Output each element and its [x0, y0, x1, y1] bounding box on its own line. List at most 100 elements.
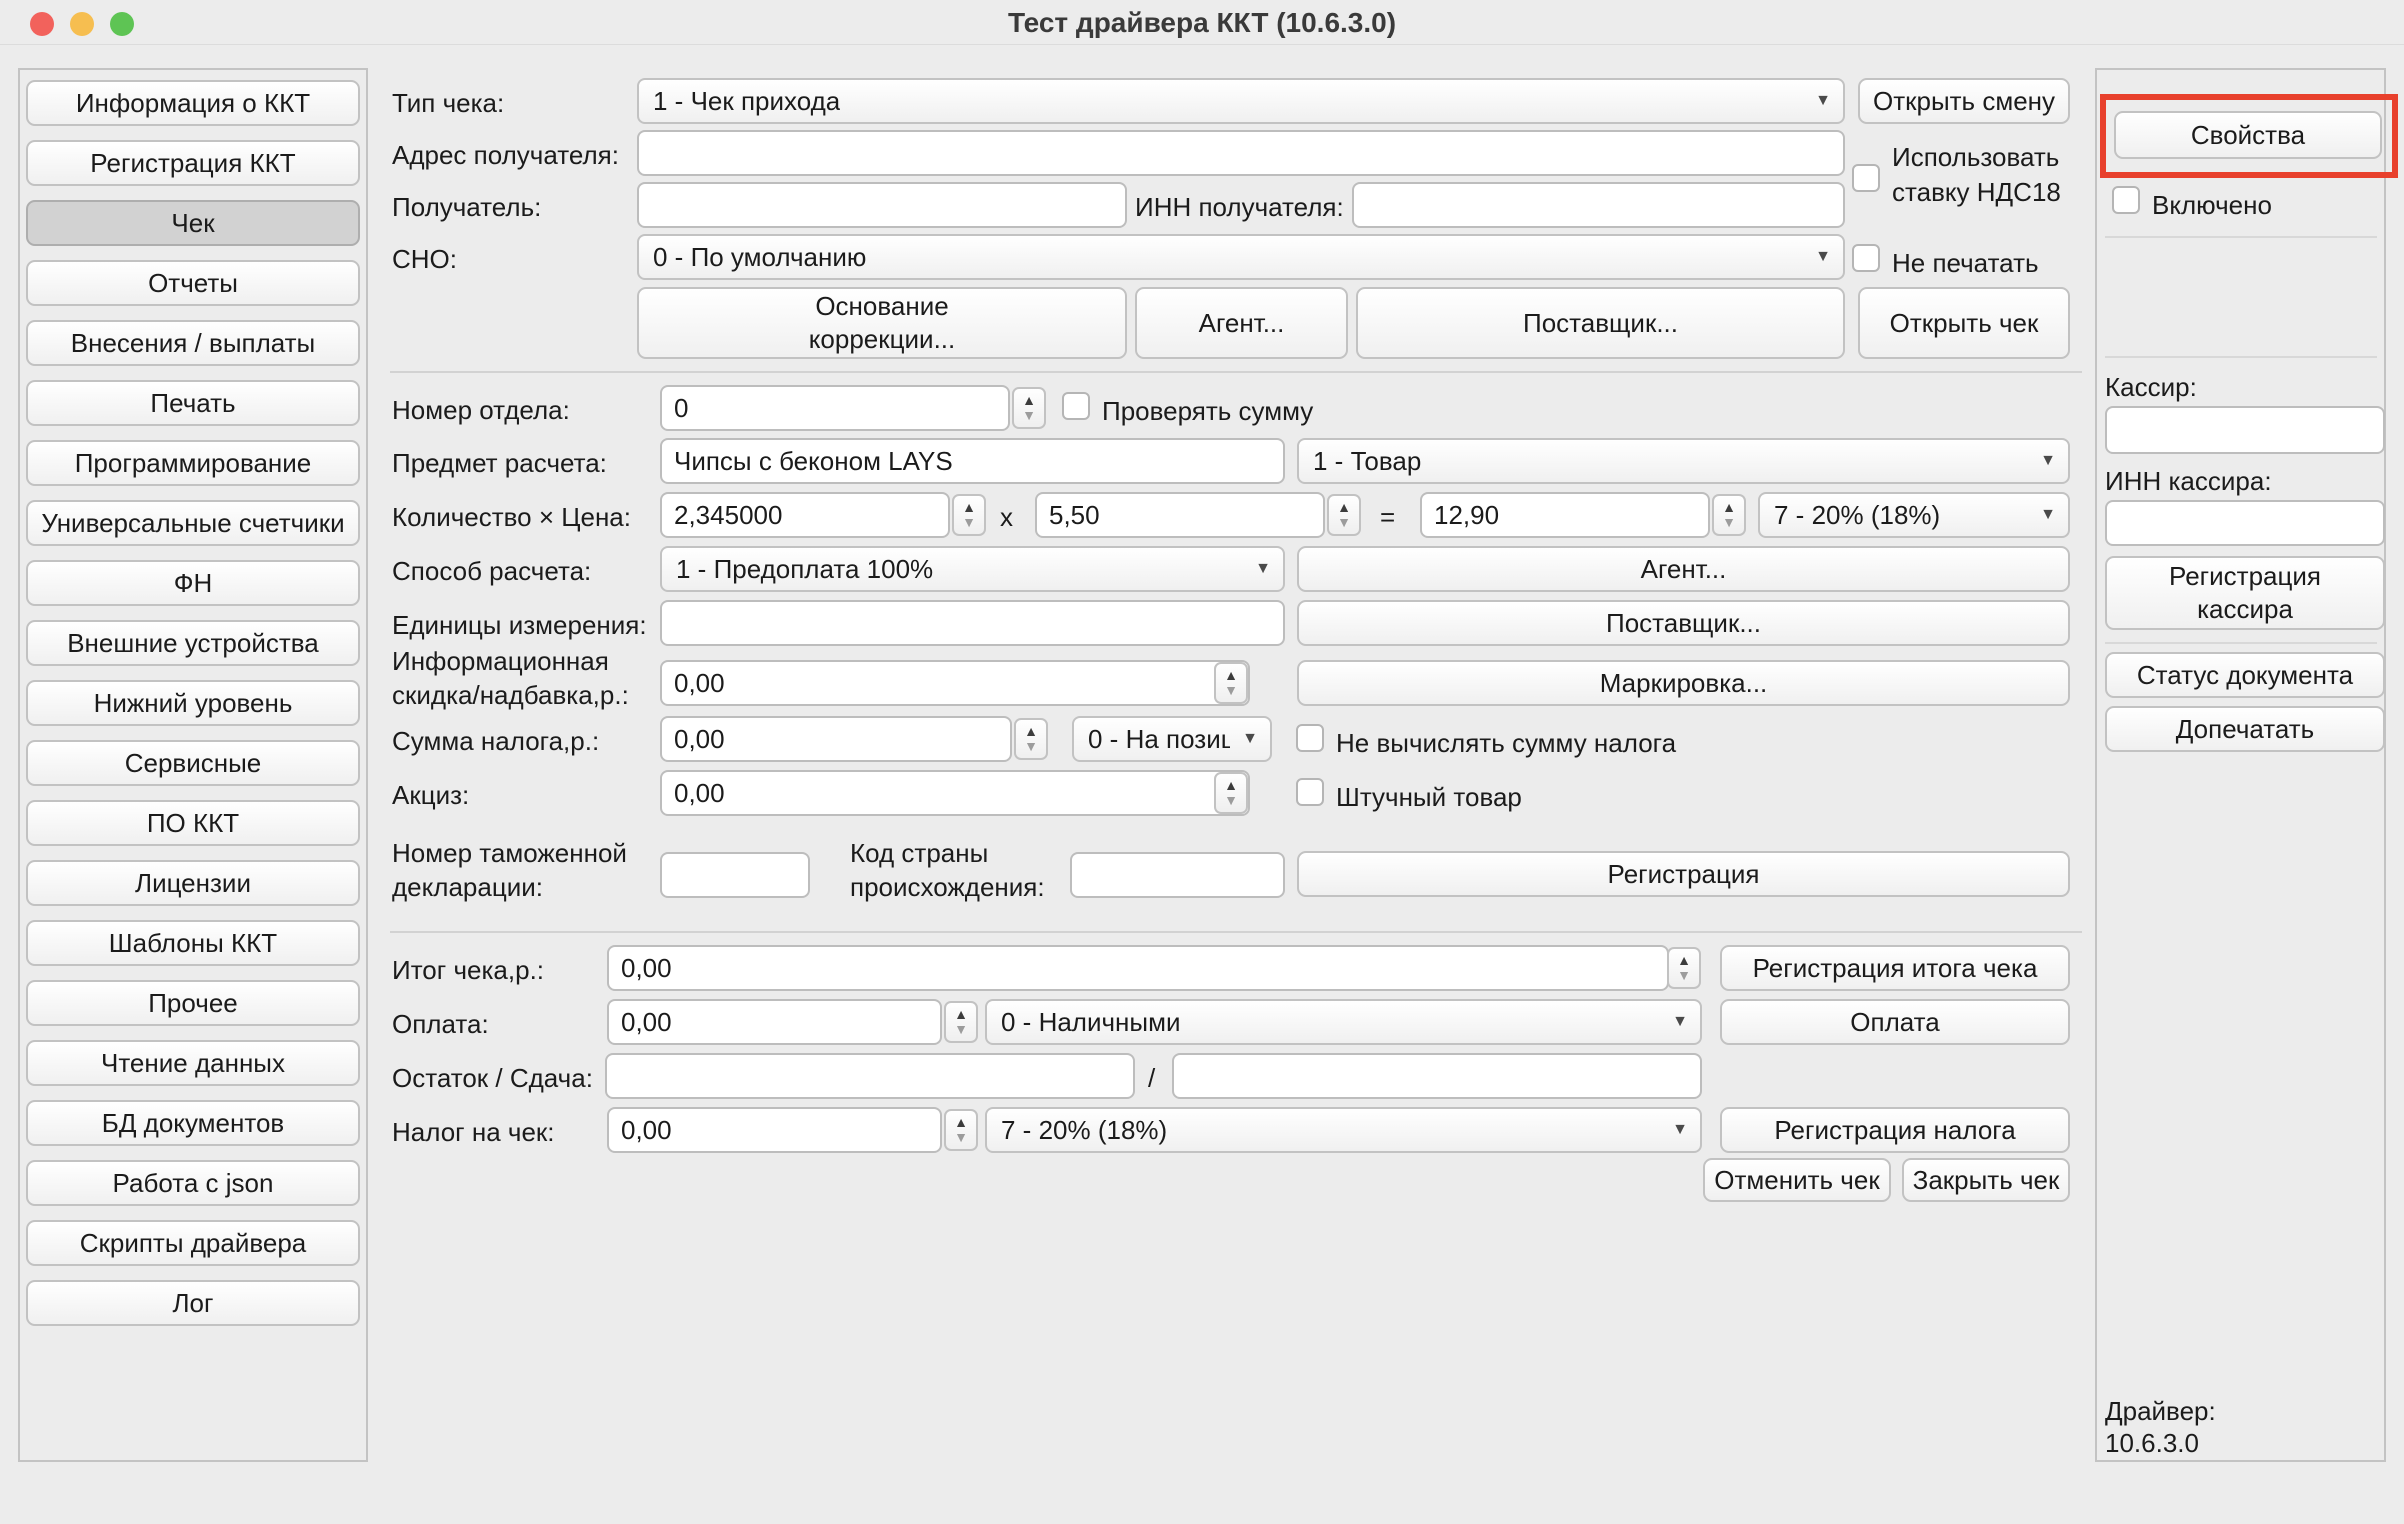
- open-check-button[interactable]: Открыть чек: [1858, 287, 2070, 359]
- remainder-input[interactable]: [605, 1053, 1135, 1099]
- piece-goods-checkbox[interactable]: [1296, 778, 1324, 806]
- check-sum-checkbox[interactable]: [1062, 392, 1090, 420]
- use-vat18-checkbox[interactable]: [1852, 164, 1880, 192]
- agent-top-button[interactable]: Агент...: [1135, 287, 1348, 359]
- sidebar-item-low-level[interactable]: Нижний уровень: [26, 680, 360, 726]
- recipient-address-input[interactable]: [637, 130, 1845, 176]
- qty-price-label: Количество × Цена:: [392, 500, 631, 534]
- check-tax-rate-select[interactable]: 7 - 20% (18%) ▼: [985, 1107, 1702, 1153]
- correction-basis-button[interactable]: Основание коррекции...: [637, 287, 1127, 359]
- sidebar-item-log[interactable]: Лог: [26, 1280, 360, 1326]
- country-input[interactable]: [1070, 852, 1285, 898]
- device-panel: [2095, 68, 2386, 1462]
- discount-input[interactable]: [660, 660, 1250, 706]
- position-sum-input[interactable]: [1420, 492, 1710, 538]
- sno-select[interactable]: 0 - По умолчанию ▼: [637, 234, 1845, 280]
- sidebar-item-universal-counters[interactable]: Универсальные счетчики: [26, 500, 360, 546]
- sidebar-item-reports[interactable]: Отчеты: [26, 260, 360, 306]
- properties-button[interactable]: Свойства: [2114, 111, 2382, 159]
- chevron-down-icon: ▼: [2040, 452, 2056, 470]
- sidebar-item-fn[interactable]: ФН: [26, 560, 360, 606]
- payment-method-select[interactable]: 1 - Предоплата 100% ▼: [660, 546, 1285, 592]
- chevron-down-icon: ▼: [1242, 730, 1258, 748]
- separator: [2105, 236, 2377, 238]
- surrender-input[interactable]: [1172, 1053, 1702, 1099]
- supplier-top-button[interactable]: Поставщик...: [1356, 287, 1845, 359]
- enabled-label: Включено: [2152, 188, 2272, 222]
- position-sum-spinner[interactable]: ▲▼: [1712, 494, 1746, 536]
- chevron-down-icon: ▼: [1672, 1013, 1688, 1031]
- sidebar-item-print[interactable]: Печать: [26, 380, 360, 426]
- payment-type-select[interactable]: 0 - Наличными ▼: [985, 999, 1702, 1045]
- times-sign: x: [1000, 500, 1013, 534]
- supplier-button[interactable]: Поставщик...: [1297, 600, 2070, 646]
- check-tax-input[interactable]: [607, 1107, 942, 1153]
- sidebar-item-json-work[interactable]: Работа с json: [26, 1160, 360, 1206]
- chevron-down-icon: ▼: [1255, 560, 1271, 578]
- chevron-down-icon: ▼: [1815, 92, 1831, 110]
- marking-button[interactable]: Маркировка...: [1297, 660, 2070, 706]
- sidebar-item-kkt-registration[interactable]: Регистрация ККТ: [26, 140, 360, 186]
- department-spinner[interactable]: ▲▼: [1012, 387, 1046, 429]
- cashier-input[interactable]: [2105, 406, 2385, 454]
- sidebar-item-data-reading[interactable]: Чтение данных: [26, 1040, 360, 1086]
- tax-registration-button[interactable]: Регистрация налога: [1720, 1107, 2070, 1153]
- cashier-inn-input[interactable]: [2105, 500, 2385, 546]
- total-input[interactable]: [607, 945, 1669, 991]
- sidebar-item-kkt-templates[interactable]: Шаблоны ККТ: [26, 920, 360, 966]
- total-spinner[interactable]: ▲▼: [1667, 947, 1701, 989]
- sidebar-item-doc-db[interactable]: БД документов: [26, 1100, 360, 1146]
- tax-sum-spinner[interactable]: ▲▼: [1014, 718, 1048, 760]
- sidebar-item-kkt-software[interactable]: ПО ККТ: [26, 800, 360, 846]
- tax-rate-select[interactable]: 7 - 20% (18%) ▼: [1758, 492, 2070, 538]
- quantity-spinner[interactable]: ▲▼: [952, 494, 986, 536]
- sidebar-item-check[interactable]: Чек: [26, 200, 360, 246]
- payment-input[interactable]: [607, 999, 942, 1045]
- excise-spinner[interactable]: ▲▼: [1214, 772, 1248, 814]
- receipt-type-select[interactable]: 1 - Чек прихода ▼: [637, 78, 1845, 124]
- separator: [390, 371, 2082, 373]
- sidebar-item-other[interactable]: Прочее: [26, 980, 360, 1026]
- registration-button[interactable]: Регистрация: [1297, 851, 2070, 897]
- payment-button[interactable]: Оплата: [1720, 999, 2070, 1045]
- sidebar-item-licenses[interactable]: Лицензии: [26, 860, 360, 906]
- reprint-button[interactable]: Допечатать: [2105, 706, 2385, 752]
- sidebar-item-service[interactable]: Сервисные: [26, 740, 360, 786]
- subject-label: Предмет расчета:: [392, 446, 607, 480]
- open-shift-button[interactable]: Открыть смену: [1858, 78, 2070, 124]
- excise-input[interactable]: [660, 770, 1250, 816]
- cancel-check-button[interactable]: Отменить чек: [1703, 1158, 1891, 1202]
- total-registration-button[interactable]: Регистрация итога чека: [1720, 945, 2070, 991]
- customs-input[interactable]: [660, 852, 810, 898]
- tax-position-select[interactable]: 0 - На позици ▼: [1072, 716, 1272, 762]
- recipient-input[interactable]: [637, 182, 1127, 228]
- subject-type-select[interactable]: 1 - Товар ▼: [1297, 438, 2070, 484]
- sidebar-item-driver-scripts[interactable]: Скрипты драйвера: [26, 1220, 360, 1266]
- price-spinner[interactable]: ▲▼: [1327, 494, 1361, 536]
- units-input[interactable]: [660, 600, 1285, 646]
- sidebar-item-cash-in-out[interactable]: Внесения / выплаты: [26, 320, 360, 366]
- subject-input[interactable]: [660, 438, 1285, 484]
- department-input[interactable]: [660, 385, 1010, 431]
- no-tax-calc-checkbox[interactable]: [1296, 724, 1324, 752]
- recipient-inn-input[interactable]: [1352, 182, 1845, 228]
- agent-button[interactable]: Агент...: [1297, 546, 2070, 592]
- close-check-button[interactable]: Закрыть чек: [1902, 1158, 2070, 1202]
- price-input[interactable]: [1035, 492, 1325, 538]
- document-status-button[interactable]: Статус документа: [2105, 652, 2385, 698]
- tax-sum-label: Сумма налога,р.:: [392, 724, 599, 758]
- check-tax-spinner[interactable]: ▲▼: [944, 1109, 978, 1151]
- country-label: Код страны происхождения:: [850, 836, 1065, 904]
- no-print-checkbox[interactable]: [1852, 244, 1880, 272]
- sidebar-item-external-devices[interactable]: Внешние устройства: [26, 620, 360, 666]
- total-label: Итог чека,р.:: [392, 953, 544, 987]
- quantity-input[interactable]: [660, 492, 950, 538]
- sidebar-item-programming[interactable]: Программирование: [26, 440, 360, 486]
- enabled-checkbox[interactable]: [2112, 186, 2140, 214]
- cashier-registration-button[interactable]: Регистрация кассира: [2105, 556, 2385, 630]
- sidebar-item-kkt-info[interactable]: Информация о ККТ: [26, 80, 360, 126]
- discount-spinner[interactable]: ▲▼: [1214, 662, 1248, 704]
- tax-sum-input[interactable]: [660, 716, 1012, 762]
- payment-spinner[interactable]: ▲▼: [944, 1001, 978, 1043]
- check-tax-label: Налог на чек:: [392, 1115, 555, 1149]
